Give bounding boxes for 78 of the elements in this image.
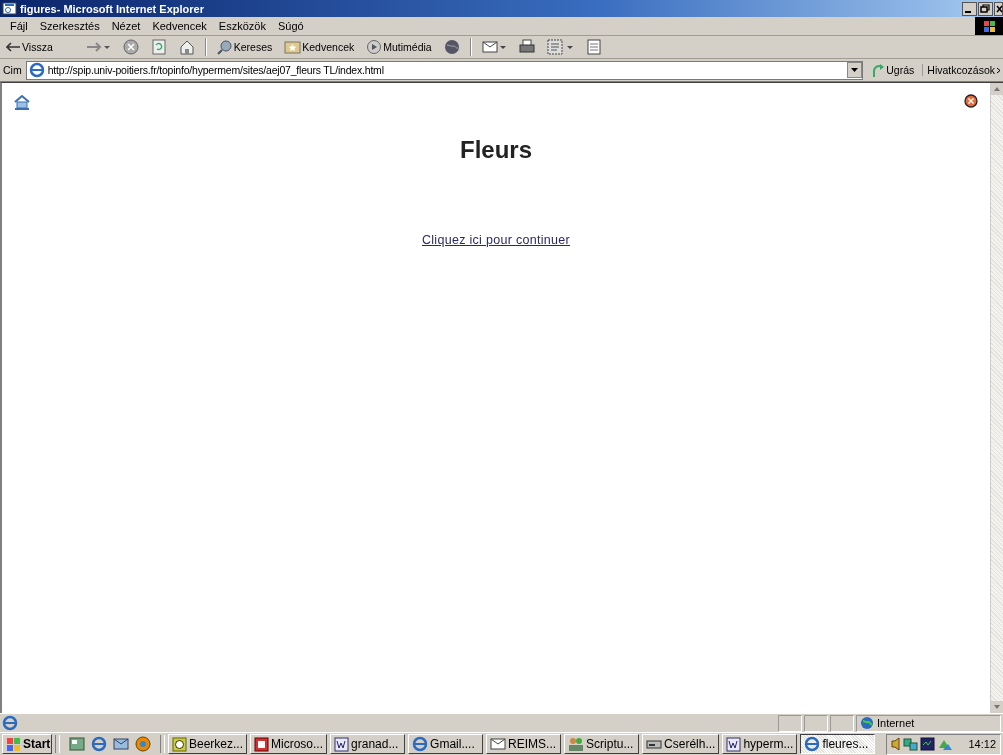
media-icon (366, 39, 383, 55)
mail-icon (490, 736, 507, 752)
home-icon[interactable] (14, 94, 30, 110)
network-icon (903, 736, 919, 752)
minimize-button[interactable] (962, 1, 977, 16)
start-button[interactable]: Start (2, 734, 52, 754)
back-button[interactable]: Vissza (4, 40, 55, 54)
address-label: Cim (3, 64, 22, 76)
taskbar-button[interactable]: Cserélh... (642, 734, 720, 754)
taskbar-button[interactable]: Gmail.... (408, 734, 484, 754)
windows-flag-icon (6, 736, 21, 752)
volume-icon (891, 736, 902, 752)
page-heading: Fleurs (459, 136, 533, 164)
document-icon (726, 736, 742, 752)
refresh-icon (150, 39, 167, 55)
continue-link[interactable]: Cliquez ici pour continuer (421, 233, 571, 247)
forward-arrow-icon (86, 41, 111, 53)
taskbar-button[interactable]: Microso... (250, 734, 328, 754)
status-panel (778, 714, 802, 732)
stop-icon (122, 39, 139, 55)
stop-button[interactable] (120, 38, 141, 56)
security-zone: Internet (877, 717, 915, 729)
menu-item[interactable]: Fájl (4, 20, 34, 32)
clock: 14:12 (968, 738, 996, 750)
menu-item[interactable]: Eszközök (212, 20, 272, 32)
go-arrow-icon (871, 62, 886, 78)
mail-icon (481, 39, 507, 55)
print-button[interactable] (516, 38, 537, 56)
window-title: figures- Microsoft Internet Explorer (20, 2, 205, 15)
address-field[interactable]: http://spip.univ-poitiers.fr/topinfo/hypermem/sites/aej07_fleurs TL/index.html (25, 60, 864, 80)
menu-item[interactable]: Súgó (271, 20, 310, 32)
globe-icon (860, 716, 874, 730)
browser-icon[interactable] (91, 736, 107, 752)
people-icon (568, 736, 585, 752)
restore-button[interactable] (978, 1, 993, 16)
menu-item[interactable]: Nézet (105, 20, 147, 32)
scroll-down-icon (991, 701, 1003, 713)
go-button[interactable]: Ugrás (867, 62, 919, 78)
media-button[interactable]: Mutimédia (364, 38, 434, 56)
taskbar-button[interactable]: granad... (330, 734, 406, 754)
favorites-button[interactable]: Kedvencek (282, 38, 357, 56)
mail-icon[interactable] (113, 736, 129, 752)
back-arrow-icon (6, 41, 21, 53)
search-icon (216, 39, 233, 55)
desktop-icon[interactable] (69, 736, 85, 752)
close-button[interactable] (994, 1, 1003, 16)
monitor-icon (920, 736, 936, 752)
mail-button[interactable] (479, 38, 509, 56)
edit-button[interactable] (544, 38, 576, 56)
favorites-icon (284, 39, 302, 55)
taskbar-button[interactable]: fleures... (800, 734, 876, 754)
menu-item[interactable]: Kedvencek (146, 20, 213, 32)
slides-icon (254, 736, 270, 752)
taskbar-button[interactable]: Beerkez... (168, 734, 248, 754)
chevron-icon (997, 66, 1001, 74)
page-icon (2, 715, 18, 731)
menu-item[interactable]: Szerkesztés (33, 20, 106, 32)
browser-icon (804, 736, 821, 752)
print-icon (518, 39, 535, 55)
taskbar-button[interactable]: REIMS... (486, 734, 562, 754)
windows-flag-icon (982, 19, 996, 33)
status-panel (830, 714, 854, 732)
taskbar-button[interactable]: Scriptu... (564, 734, 640, 754)
links-button[interactable]: Hivatkcozások (927, 64, 995, 76)
browser-icon (412, 736, 429, 752)
globe-icon (443, 39, 460, 55)
status-panel (804, 714, 828, 732)
edit-icon (546, 39, 574, 55)
taskbar-button[interactable]: hyperm... (722, 734, 798, 754)
calendar-icon (172, 736, 187, 752)
document-icon (334, 736, 350, 752)
media-player-icon[interactable] (135, 736, 151, 752)
search-button[interactable]: Kereses (214, 38, 275, 56)
close-icon[interactable] (964, 94, 978, 108)
window-icon (2, 1, 17, 16)
page-icon (28, 62, 45, 78)
home-icon (178, 39, 195, 55)
document-icon (585, 39, 602, 55)
